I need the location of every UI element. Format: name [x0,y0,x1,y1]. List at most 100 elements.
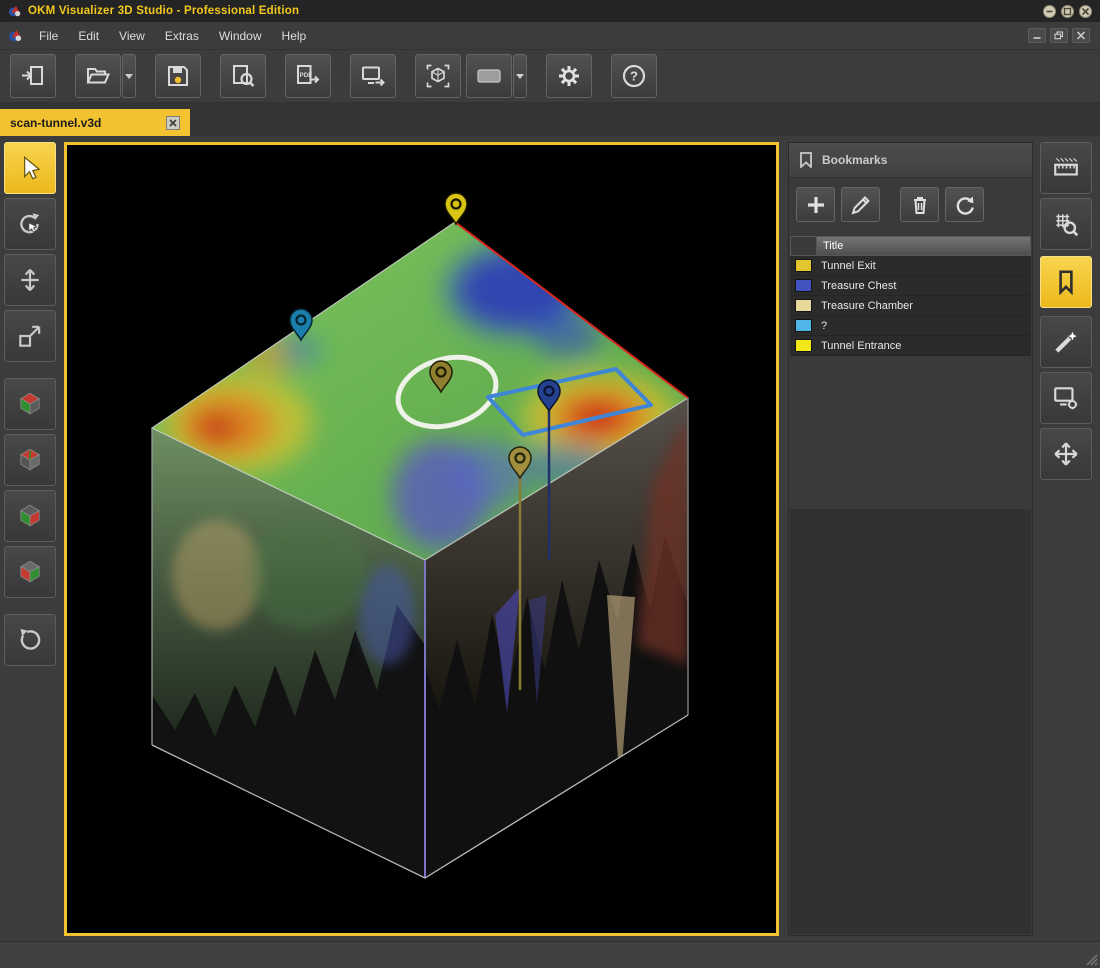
save-file-button[interactable] [155,54,201,98]
color-column-header[interactable] [790,236,817,256]
trash-icon [908,193,932,217]
export-pdf-button[interactable]: PDF [285,54,331,98]
bookmark-label: Tunnel Entrance [812,340,901,352]
scale-tool-button[interactable] [4,310,56,362]
add-bookmark-button[interactable] [796,187,835,222]
title-column-header[interactable]: Title [817,236,1031,256]
capture-settings-button[interactable] [1040,372,1092,424]
help-button[interactable]: ? [611,54,657,98]
rotate-icon [16,210,44,238]
four-way-arrows-icon [1052,440,1080,468]
chevron-down-icon [516,74,524,79]
scale-icon [16,322,44,350]
analysis-tool-button[interactable] [1040,316,1092,368]
reset-view-button[interactable] [4,614,56,666]
main-toolbar: PDF [0,50,1100,102]
bookmark-color-swatch [795,299,812,312]
grid-tool-button[interactable] [1040,198,1092,250]
delete-bookmark-button[interactable] [900,187,939,222]
reset-rotation-icon [16,626,44,654]
edit-bookmark-button[interactable] [841,187,880,222]
move-vertical-icon [16,266,44,294]
bookmark-label: ? [812,320,827,332]
pan-tool-button[interactable] [1040,428,1092,480]
bookmarks-table-header: Title [790,236,1031,256]
view-perspective-button[interactable] [4,378,56,430]
menu-extras[interactable]: Extras [155,25,209,47]
scan-3d-visualization [67,145,776,933]
cube-side-icon [16,502,44,530]
yellow-pin[interactable] [445,193,467,224]
tab-bar: scan-tunnel.v3d [0,102,1100,136]
bookmarks-panel: Bookmarks [788,142,1033,936]
bookmark-icon [799,152,813,168]
bookmark-row[interactable]: Treasure Chest [790,276,1031,296]
view-front-button[interactable] [4,546,56,598]
bookmark-color-swatch [795,279,812,292]
view-3d-button[interactable] [415,54,461,98]
application-window: OKM Visualizer 3D Studio - Professional … [0,0,1100,968]
settings-button[interactable] [546,54,592,98]
menu-window[interactable]: Window [209,25,272,47]
bookmark-color-swatch [795,319,812,332]
move-tool-button[interactable] [4,254,56,306]
titlebar-minimize-icon[interactable] [1043,5,1056,18]
menu-edit[interactable]: Edit [68,25,109,47]
open-folder-icon [85,63,111,89]
view-side-button[interactable] [4,490,56,542]
refresh-bookmarks-button[interactable] [945,187,984,222]
cube-top-icon [16,446,44,474]
scene-viewport[interactable] [64,142,779,936]
resize-grip[interactable] [1084,952,1098,966]
window-close-icon[interactable] [1072,28,1090,43]
bookmark-label: Tunnel Exit [812,260,876,272]
select-tool-button[interactable] [4,142,56,194]
window-minimize-icon[interactable] [1028,28,1046,43]
bookmarks-title: Bookmarks [822,153,887,167]
import-scan-button[interactable] [10,54,56,98]
titlebar-close-icon[interactable] [1079,5,1092,18]
view-top-button[interactable] [4,434,56,486]
pdf-export-icon: PDF [295,63,321,89]
bookmarks-table: Title Tunnel Exit Treasure Chest Treasur… [790,236,1031,356]
bookmark-row[interactable]: Tunnel Entrance [790,336,1031,356]
cursor-icon [16,154,44,182]
document-magnifier-icon [230,63,256,89]
cube-perspective-icon [16,390,44,418]
bookmark-color-swatch [795,259,812,272]
bookmarks-actions [789,178,1032,230]
tab-scan-tunnel[interactable]: scan-tunnel.v3d [0,109,190,136]
screen-export-icon [360,63,386,89]
open-file-dropdown[interactable] [122,54,136,98]
menu-view[interactable]: View [109,25,155,47]
title-bar: OKM Visualizer 3D Studio - Professional … [0,0,1100,22]
screen-gear-icon [1052,384,1080,412]
bookmarks-panel-button[interactable] [1040,256,1092,308]
background-color-dropdown[interactable] [513,54,527,98]
import-scan-icon [20,63,46,89]
rotate-tool-button[interactable] [4,198,56,250]
menu-help[interactable]: Help [272,25,317,47]
cube-3d-icon [425,63,451,89]
bookmark-row[interactable]: Treasure Chamber [790,296,1031,316]
cube-front-icon [16,558,44,586]
bookmark-row[interactable]: ? [790,316,1031,336]
bookmarks-empty-area [790,509,1031,934]
status-bar [0,941,1100,968]
open-file-button[interactable] [75,54,121,98]
bookmark-color-swatch [795,339,812,352]
bookmark-row[interactable]: Tunnel Exit [790,256,1031,276]
background-color-button[interactable] [466,54,512,98]
app-logo-icon [8,4,22,18]
menu-file[interactable]: File [29,25,68,47]
menu-bar: File Edit View Extras Window Help [0,22,1100,50]
tab-label: scan-tunnel.v3d [10,116,101,130]
svg-text:?: ? [630,69,638,84]
print-preview-button[interactable] [220,54,266,98]
export-screenshot-button[interactable] [350,54,396,98]
titlebar-maximize-icon[interactable] [1061,5,1074,18]
tab-close-icon[interactable] [166,116,180,130]
window-restore-icon[interactable] [1050,28,1068,43]
gear-icon [556,63,582,89]
measure-tool-button[interactable] [1040,142,1092,194]
